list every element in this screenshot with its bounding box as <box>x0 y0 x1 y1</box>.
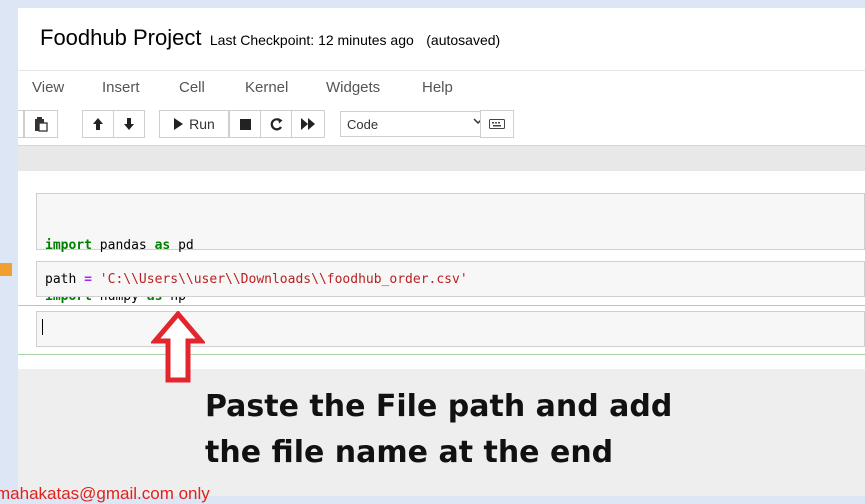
menu-help[interactable]: Help <box>422 79 453 96</box>
restart-kernel-button[interactable] <box>260 110 292 138</box>
code-cell-imports[interactable]: import pandas as pd import numpy as np <box>36 193 865 304</box>
notebook-header: Foodhub Project Last Checkpoint: 12 minu… <box>18 8 865 155</box>
text-cursor <box>42 319 43 335</box>
code-token: = <box>84 272 92 287</box>
arrow-down-icon <box>124 118 134 130</box>
menu-bar: View Insert Cell Kernel Widgets Help <box>18 70 865 109</box>
copy-icon <box>18 117 19 131</box>
play-icon <box>174 118 184 130</box>
notebook-name[interactable]: Foodhub Project <box>40 25 201 50</box>
restart-icon <box>270 117 282 130</box>
code-cell-path[interactable]: path = 'C:\\Users\\user\\Downloads\\food… <box>36 261 865 297</box>
menu-cell[interactable]: Cell <box>179 79 205 96</box>
arrow-up-icon <box>93 118 103 130</box>
interrupt-kernel-button[interactable] <box>229 110 261 138</box>
keyboard-icon <box>489 119 505 129</box>
restart-run-all-button[interactable] <box>291 110 325 138</box>
menu-kernel[interactable]: Kernel <box>245 79 288 96</box>
code-line: import pandas as pd <box>45 237 194 254</box>
code-token: 'C:\\Users\\user\\Downloads\\foodhub_ord… <box>99 272 468 287</box>
side-marker <box>0 263 12 276</box>
autosave-status: (autosaved) <box>426 32 501 48</box>
notebook-window: Foodhub Project Last Checkpoint: 12 minu… <box>18 8 865 496</box>
watermark: mahakatas@gmail.com only <box>0 484 210 503</box>
code-token: path <box>45 272 85 287</box>
annotation-line-1: Paste the File path and add <box>205 389 673 424</box>
command-palette-button[interactable] <box>480 110 514 138</box>
move-down-button[interactable] <box>113 110 145 138</box>
menu-insert[interactable]: Insert <box>102 79 140 96</box>
checkpoint-status: Last Checkpoint: 12 minutes ago <box>209 32 414 48</box>
code-path: path = 'C:\\Users\\user\\Downloads\\food… <box>45 271 468 288</box>
run-button[interactable]: Run <box>159 110 229 138</box>
fast-forward-icon <box>301 118 315 130</box>
code-token: pandas <box>91 238 155 253</box>
notebook-container: import pandas as pd import numpy as np p… <box>18 171 865 369</box>
title-row: Foodhub Project Last Checkpoint: 12 minu… <box>40 25 500 51</box>
stop-icon <box>239 118 251 130</box>
active-cell-border-top <box>18 305 865 306</box>
annotation-text: Paste the File path and add the file nam… <box>205 384 672 476</box>
cell-type-select[interactable]: Code <box>340 111 492 137</box>
header-separator <box>18 145 865 172</box>
arrow-up-annotation-icon <box>151 311 205 383</box>
move-up-button[interactable] <box>82 110 114 138</box>
run-label: Run <box>189 116 215 132</box>
code-token: pd <box>170 238 194 253</box>
code-token: as <box>154 238 171 253</box>
code-token: import <box>45 238 92 253</box>
cell-type-value: Code <box>347 117 379 132</box>
paste-cell-button[interactable] <box>24 110 58 138</box>
menu-widgets[interactable]: Widgets <box>326 79 380 96</box>
paste-icon <box>35 116 48 132</box>
annotation-line-2: the file name at the end <box>205 435 614 470</box>
active-cell-border-bottom <box>18 354 865 355</box>
menu-view[interactable]: View <box>32 79 64 96</box>
toolbar: Run Code <box>18 110 865 140</box>
